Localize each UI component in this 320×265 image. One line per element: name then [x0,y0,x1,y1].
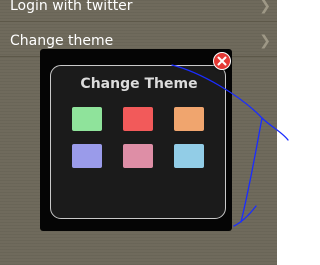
close-icon [217,56,227,66]
theme-swatch-green[interactable] [72,107,102,131]
dialog-title: Change Theme [80,76,198,92]
chevron-right-icon: ❯ [259,33,271,49]
menu-item-label: Login with twitter [10,0,133,14]
theme-swatch-red[interactable] [123,107,153,131]
change-theme-dialog: Change Theme [40,49,232,231]
app-screen: Login with twitter ❯ Change theme ❯ Chan… [0,0,277,265]
theme-swatch-orange[interactable] [174,107,204,131]
dialog-panel: Change Theme [50,65,226,219]
theme-swatch-blue[interactable] [174,144,204,168]
theme-swatch-pink[interactable] [123,144,153,168]
menu-item-login-twitter[interactable]: Login with twitter ❯ [0,0,277,22]
menu-item-label: Change theme [10,33,114,49]
theme-swatch-purple[interactable] [72,144,102,168]
chevron-right-icon: ❯ [259,0,271,14]
close-button[interactable] [213,52,231,70]
